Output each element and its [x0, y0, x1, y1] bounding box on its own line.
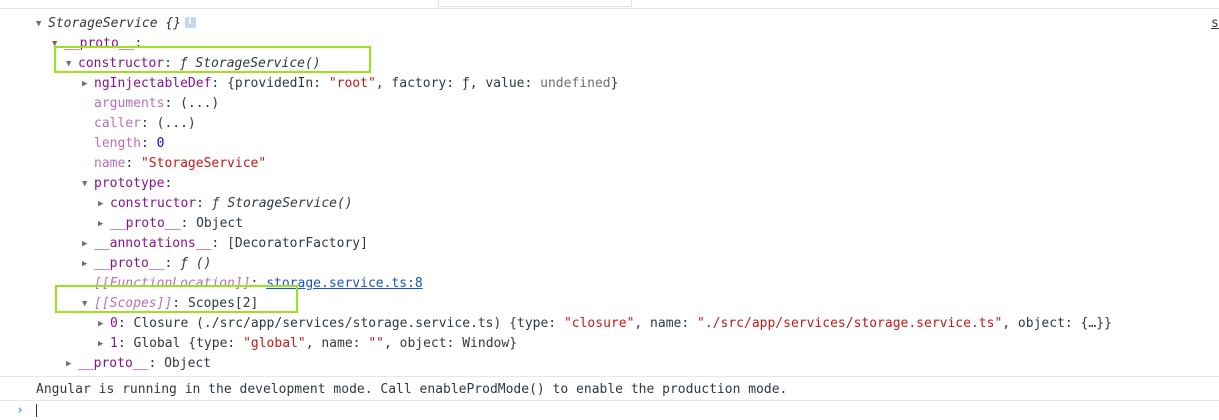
top-tab-edge — [438, 0, 632, 7]
scope-0-prefix: Closure (./src/app/services/storage.serv… — [133, 316, 564, 331]
ngInjectableDef-row[interactable]: ▶ ngInjectableDef: {providedIn: "root", f… — [82, 74, 618, 94]
prompt-chevron-icon: › — [16, 403, 24, 418]
name-value: "StorageService" — [140, 156, 267, 171]
expand-triangle-icon[interactable]: ▶ — [66, 354, 78, 374]
scope-0-row[interactable]: ▶ 0: Closure (./src/app/services/storage.… — [98, 314, 1112, 334]
arguments-key: arguments — [94, 96, 165, 111]
scope-1-mid: , name: — [305, 336, 369, 351]
scope-1-prefix: Global {type: — [133, 336, 244, 351]
collapse-triangle-icon[interactable]: ▼ — [36, 14, 48, 34]
arguments-value[interactable]: (...) — [180, 96, 219, 111]
prototype-proto-value: Object — [196, 216, 244, 231]
info-icon[interactable] — [185, 12, 197, 32]
caller-row[interactable]: caller: (...) — [94, 114, 196, 134]
ngInjectableDef-value-end: } — [610, 76, 619, 91]
scopes-highlight-box — [55, 285, 298, 313]
ngInjectableDef-value-pre: {providedIn: — [227, 76, 329, 91]
prototype-row[interactable]: ▼ prototype: — [82, 174, 172, 194]
name-key: name — [94, 156, 126, 171]
prompt-divider — [0, 400, 1219, 401]
prototype-constructor-row[interactable]: ▶ constructor: ƒ StorageService() — [98, 194, 353, 214]
scope-0-mid: , name: — [634, 316, 698, 331]
outer-proto-row[interactable]: ▶ __proto__: Object — [66, 354, 211, 374]
expand-triangle-icon[interactable]: ▶ — [98, 214, 110, 234]
annotations-key: __annotations__ — [94, 236, 212, 251]
expand-triangle-icon[interactable]: ▶ — [82, 254, 94, 274]
root-object-label: StorageService {} — [48, 16, 182, 31]
collapse-triangle-icon[interactable]: ▼ — [82, 174, 94, 194]
devtools-top-strip — [0, 0, 1219, 9]
ngInjectableDef-root: "root" — [328, 76, 376, 91]
console-message: Angular is running in the development mo… — [36, 382, 788, 397]
prototype-constructor-key: constructor — [110, 196, 197, 211]
scope-1-row[interactable]: ▶ 1: Global {type: "global", name: "", ob… — [98, 334, 517, 354]
scope-1-type: "global" — [243, 336, 306, 351]
outer-proto-value: Object — [164, 356, 212, 371]
expand-triangle-icon[interactable]: ▶ — [98, 194, 110, 214]
function-proto-key: __proto__ — [94, 256, 165, 271]
scope-1-name: "" — [368, 336, 384, 351]
scope-0-type: "closure" — [563, 316, 635, 331]
length-row: length: 0 — [94, 136, 165, 151]
message-divider — [0, 376, 1219, 377]
prototype-proto-key: __proto__ — [110, 216, 181, 231]
scope-0-end: , object: {…}} — [1002, 316, 1112, 331]
root-object-row[interactable]: ▼ StorageService {} — [36, 12, 197, 34]
caller-key: caller — [94, 116, 141, 131]
outer-proto-key: __proto__ — [78, 356, 149, 371]
ngInjectableDef-undefined: undefined — [540, 76, 611, 91]
ngInjectableDef-key: ngInjectableDef — [94, 76, 212, 91]
annotations-row[interactable]: ▶ __annotations__: [DecoratorFactory] — [82, 234, 368, 254]
length-key: length — [94, 136, 141, 151]
ngInjectableDef-value-mid: , factory: ƒ, value: — [375, 76, 541, 91]
prototype-proto-row[interactable]: ▶ __proto__: Object — [98, 214, 243, 234]
scope-1-index: 1 — [110, 336, 118, 351]
constructor-highlight-box — [54, 46, 371, 73]
function-proto-row[interactable]: ▶ __proto__: ƒ () — [82, 254, 211, 274]
annotations-value: [DecoratorFactory] — [227, 236, 368, 251]
length-value: 0 — [156, 136, 165, 151]
prototype-constructor-value: ƒ StorageService() — [211, 196, 353, 211]
console-input-caret[interactable] — [36, 404, 37, 417]
expand-triangle-icon[interactable]: ▶ — [98, 334, 110, 354]
name-row: name: "StorageService" — [94, 156, 267, 171]
arguments-row[interactable]: arguments: (...) — [94, 94, 219, 114]
expand-triangle-icon[interactable]: ▶ — [82, 74, 94, 94]
prototype-key: prototype — [94, 176, 165, 191]
caller-value[interactable]: (...) — [157, 116, 196, 131]
function-proto-value: ƒ () — [180, 256, 212, 271]
scope-0-index: 0 — [110, 316, 118, 331]
source-link[interactable]: s — [1211, 14, 1219, 34]
scope-1-end: , object: Window} — [383, 336, 518, 351]
expand-triangle-icon[interactable]: ▶ — [82, 234, 94, 254]
expand-triangle-icon[interactable]: ▶ — [98, 314, 110, 334]
scope-0-name: "./src/app/services/storage.service.ts" — [697, 316, 1003, 331]
